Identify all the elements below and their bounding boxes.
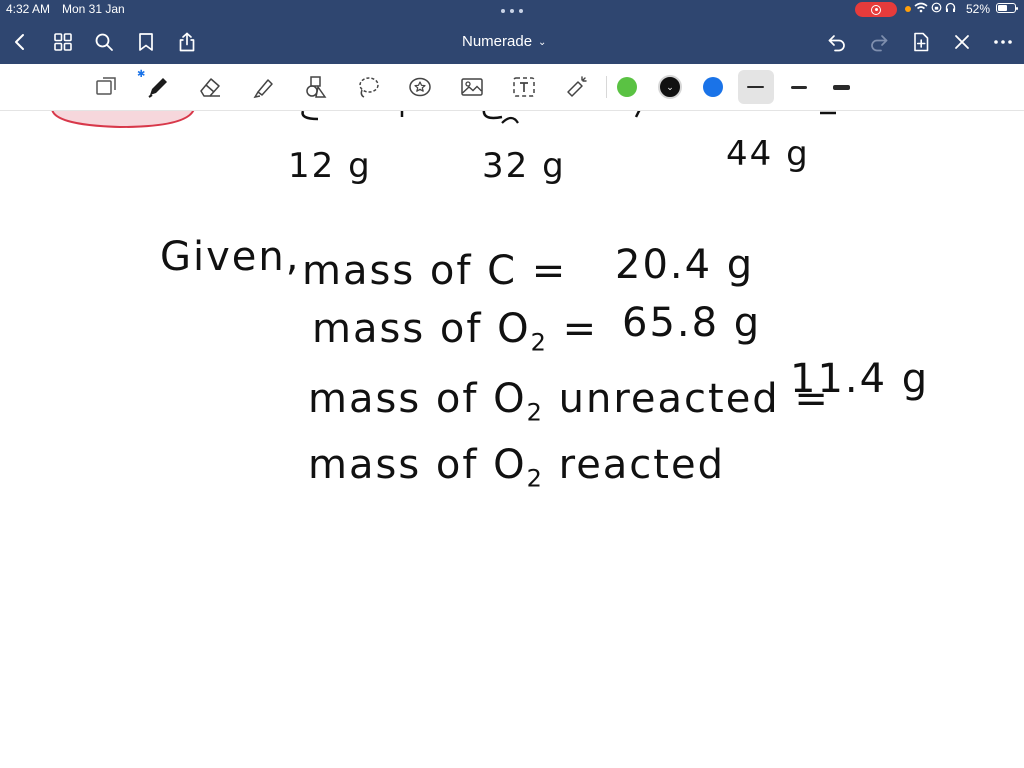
grid-icon[interactable] bbox=[51, 30, 75, 54]
color-swatch-black[interactable]: ⌄ bbox=[658, 75, 682, 99]
line-3-label: mass of O2 unreacted = bbox=[308, 379, 830, 424]
lasso-select-icon[interactable] bbox=[92, 73, 120, 101]
given-label: Given, bbox=[160, 234, 301, 280]
equation-mass-carbon: 12 g bbox=[288, 146, 372, 186]
pen-icon[interactable] bbox=[143, 73, 171, 101]
line-4-label: mass of O2 reacted bbox=[308, 445, 725, 490]
document-title: Numerade bbox=[462, 33, 533, 50]
top-bar: 4:32 AM Mon 31 Jan 52% Numerade ⌄ bbox=[0, 0, 1024, 64]
mic-in-use-icon bbox=[905, 6, 911, 12]
lasso-icon[interactable] bbox=[354, 73, 382, 101]
rotation-lock-icon bbox=[931, 2, 942, 13]
color-swatch-green[interactable] bbox=[617, 77, 637, 97]
bluetooth-icon: ✱ bbox=[137, 69, 146, 80]
chevron-down-icon: ⌄ bbox=[538, 37, 547, 48]
line-2-label: mass of O2 = bbox=[312, 309, 598, 354]
chevron-down-icon: ⌄ bbox=[666, 81, 674, 92]
equation-mass-co2: 44 g bbox=[726, 134, 810, 174]
highlighter-icon[interactable] bbox=[249, 73, 277, 101]
headphones-icon bbox=[945, 2, 956, 12]
back-icon[interactable] bbox=[8, 30, 32, 54]
shapes-icon[interactable] bbox=[302, 73, 330, 101]
screen-record-icon[interactable] bbox=[855, 2, 897, 17]
toolbar-divider bbox=[606, 76, 607, 98]
laser-pointer-icon[interactable] bbox=[562, 73, 590, 101]
redo-icon[interactable] bbox=[867, 30, 891, 54]
line-1-label: mass of C = bbox=[302, 248, 568, 294]
stroke-thick-line bbox=[833, 85, 850, 90]
image-icon[interactable] bbox=[458, 73, 486, 101]
undo-icon[interactable] bbox=[825, 30, 849, 54]
status-date: Mon 31 Jan bbox=[62, 2, 125, 16]
line-1-value: 20.4 g bbox=[615, 242, 755, 288]
close-icon[interactable] bbox=[950, 30, 974, 54]
status-time: 4:32 AM bbox=[6, 2, 51, 16]
line-2-value: 65.8 g bbox=[622, 300, 762, 346]
line-3-value: 11.4 g bbox=[790, 356, 930, 402]
stroke-medium-line bbox=[791, 86, 807, 89]
ink-strokes bbox=[51, 111, 836, 129]
multitask-dots-icon[interactable] bbox=[501, 7, 523, 15]
wifi-icon bbox=[914, 2, 928, 13]
text-icon[interactable] bbox=[510, 73, 538, 101]
status-icons bbox=[914, 2, 956, 13]
line-2-text: mass of O2 = bbox=[312, 306, 599, 357]
stroke-thin-line bbox=[747, 86, 764, 88]
share-icon[interactable] bbox=[175, 30, 199, 54]
eraser-icon[interactable] bbox=[196, 73, 224, 101]
bookmark-icon[interactable] bbox=[134, 30, 158, 54]
document-title-menu[interactable]: Numerade ⌄ bbox=[462, 33, 546, 50]
battery-percent: 52% bbox=[966, 2, 991, 16]
search-icon[interactable] bbox=[92, 30, 116, 54]
color-swatch-blue[interactable] bbox=[703, 77, 723, 97]
line-3-text: mass of O2 unreacted = bbox=[308, 376, 830, 427]
add-page-icon[interactable] bbox=[909, 30, 933, 54]
note-canvas[interactable]: 12 g 32 g 44 g Given, mass of C = 20.4 g… bbox=[0, 111, 1024, 768]
battery-icon bbox=[996, 3, 1018, 13]
equation-mass-oxygen: 32 g bbox=[482, 146, 566, 186]
line-4-text: mass of O2 reacted bbox=[308, 442, 725, 493]
more-icon[interactable] bbox=[991, 30, 1015, 54]
drawing-toolbar: ✱ ⌄ bbox=[0, 64, 1024, 111]
sticker-icon[interactable] bbox=[406, 73, 434, 101]
